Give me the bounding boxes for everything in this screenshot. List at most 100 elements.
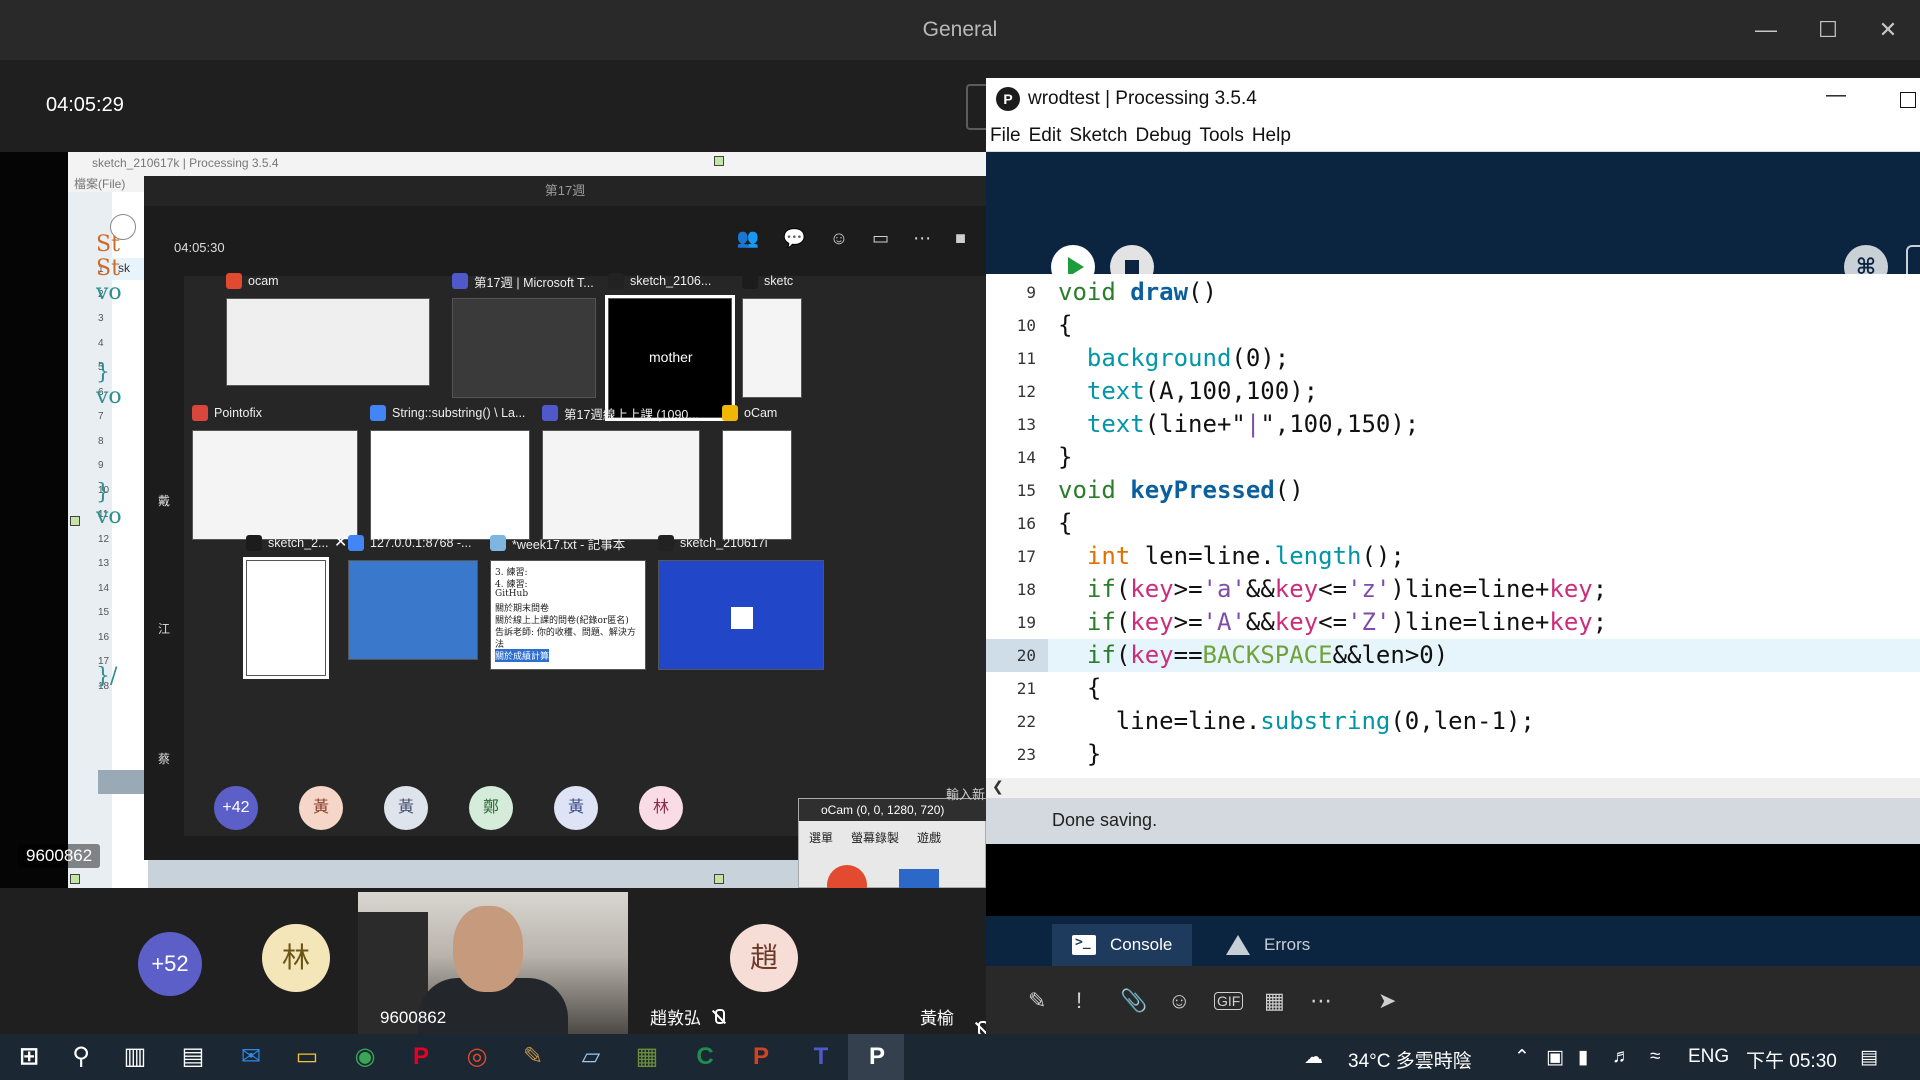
windows-taskbar: ⊞ ⚲ ▥ ▤ ✉ ▭ ◉ P ◎ ✎ ▱ ▦ C P T P ☁ 34°C 多雲時陰 ⌃ ▣ ▮ ♬ ≈ E… xyxy=(0,1034,1920,1080)
people-icon: 👥 xyxy=(736,228,760,248)
participant-avatar[interactable]: 林 xyxy=(262,924,330,992)
powerpoint-icon[interactable]: P xyxy=(746,1042,776,1072)
participant-avatar[interactable]: 黃 xyxy=(384,786,428,830)
attach-icon[interactable]: 📎 xyxy=(1120,988,1147,1014)
capture-handle xyxy=(714,156,724,166)
thumbnail-title: sketc xyxy=(764,274,794,288)
menu-edit[interactable]: Edit xyxy=(1029,125,1062,147)
participant-gallery: +52林趙 9600862 趙敦弘 黃榆萱 xyxy=(0,888,989,1053)
console-output xyxy=(986,844,1920,916)
menu-help[interactable]: Help xyxy=(1252,125,1291,147)
wifi-icon[interactable]: ≈ xyxy=(1650,1046,1660,1068)
chrome-icon[interactable]: ◉ xyxy=(350,1042,380,1072)
thumbnail-preview xyxy=(370,430,530,540)
participant-avatar[interactable]: 黃 xyxy=(554,786,598,830)
thumbnail-close-icon[interactable]: ✕ xyxy=(334,532,347,552)
thumbnail-header: 第17週線上上課 (1090... xyxy=(542,402,699,424)
line-number: 22 xyxy=(1016,712,1036,731)
processing-icon[interactable]: P xyxy=(862,1042,892,1072)
sticker-icon[interactable]: ▦ xyxy=(1264,988,1285,1014)
code-editor[interactable]: 9 void draw() 10{11 background(0); 12 text(… xyxy=(986,274,1920,778)
pointofix-icon[interactable]: ✎ xyxy=(518,1042,548,1072)
thumbnail-preview xyxy=(243,557,329,679)
task-view-icon[interactable]: ▥ xyxy=(120,1042,150,1072)
thumbnail-header: ocam xyxy=(226,270,279,292)
processing-minimize-button[interactable]: — xyxy=(1826,84,1846,107)
menu-file[interactable]: File xyxy=(990,125,1021,147)
line-number: 10 xyxy=(1016,316,1036,335)
app-icon xyxy=(658,535,674,551)
participant-avatar[interactable]: +42 xyxy=(214,786,258,830)
minecraft-icon[interactable]: ▦ xyxy=(632,1042,662,1072)
camera-icon: ■ xyxy=(955,228,966,248)
behind-line-number: 14 xyxy=(98,582,110,594)
thumbnail-title: sketch_2106... xyxy=(630,274,712,288)
important-icon[interactable]: ! xyxy=(1076,988,1082,1014)
teams-icon[interactable]: T xyxy=(806,1042,836,1072)
format-icon[interactable]: ✎ xyxy=(1028,988,1046,1014)
menu-debug[interactable]: Debug xyxy=(1135,125,1191,147)
mail-icon[interactable]: ✉ xyxy=(236,1042,266,1072)
emoji-icon[interactable]: ☺ xyxy=(1168,988,1190,1014)
code-text: } xyxy=(1058,740,1102,768)
search-icon[interactable]: ⚲ xyxy=(66,1042,96,1072)
video-tile[interactable]: 9600862 xyxy=(358,892,628,1034)
behind-line-number: 13 xyxy=(98,558,110,569)
tray-chevron-icon[interactable]: ⌃ xyxy=(1514,1046,1530,1069)
participant-avatar[interactable]: 林 xyxy=(639,786,683,830)
ocam-tab: 遊戲 xyxy=(917,831,942,845)
thumbnail-preview xyxy=(658,560,824,670)
code-text: text(A,100,100); xyxy=(1086,377,1319,405)
thumbnail-header: 第17週 | Microsoft T... xyxy=(452,270,594,292)
chat-input-hint: 輸入新 xyxy=(946,787,986,802)
notepad-line: 關於成績計算 xyxy=(495,649,550,662)
errors-tab[interactable]: Errors xyxy=(1206,924,1330,966)
code-text: int len=line.length(); xyxy=(1086,542,1405,570)
store-icon[interactable]: ▤ xyxy=(178,1042,208,1072)
notifications-icon[interactable]: ▤ xyxy=(1860,1046,1878,1069)
gif-icon[interactable]: GIF xyxy=(1214,992,1244,1010)
participant-avatar[interactable]: 鄭 xyxy=(469,786,513,830)
notepad-icon[interactable]: ▱ xyxy=(576,1042,606,1072)
participant-avatar[interactable]: 黃 xyxy=(299,786,343,830)
menu-sketch[interactable]: Sketch xyxy=(1069,125,1127,147)
language-indicator[interactable]: ENG xyxy=(1688,1046,1729,1068)
camtasia-icon[interactable]: C xyxy=(690,1042,720,1072)
participant-avatar[interactable]: 趙 xyxy=(730,924,798,992)
windows-start-icon[interactable]: ⊞ xyxy=(14,1042,44,1072)
maximize-button[interactable]: ☐ xyxy=(1808,12,1848,48)
more-options-icon[interactable]: ⋯ xyxy=(1310,988,1332,1014)
behind-line-number: 15 xyxy=(98,607,110,618)
meet-now-icon[interactable]: ▣ xyxy=(1546,1046,1564,1069)
weather-icon[interactable]: ☁ xyxy=(1304,1046,1323,1069)
send-icon[interactable]: ➤ xyxy=(1378,988,1396,1014)
console-tab[interactable]: Console xyxy=(1052,924,1193,966)
line-number: 18 xyxy=(1016,580,1036,599)
code-text: { xyxy=(1058,674,1102,702)
minimize-button[interactable]: — xyxy=(1746,12,1786,48)
weather-text[interactable]: 34°C 多雲時陰 xyxy=(1348,1046,1472,1073)
explorer-icon[interactable]: ▭ xyxy=(292,1042,322,1072)
side-name-label: 戴 xyxy=(158,494,171,508)
volume-icon[interactable]: ♬ xyxy=(1612,1046,1631,1068)
participant-avatar[interactable]: +52 xyxy=(138,932,202,996)
pinterest-icon[interactable]: P xyxy=(406,1042,436,1072)
ocam-icon[interactable]: ◎ xyxy=(462,1042,492,1072)
app-icon xyxy=(742,273,758,289)
code-line: 17 int len=line.length(); xyxy=(986,540,1920,573)
battery-icon[interactable]: ▮ xyxy=(1578,1046,1588,1069)
processing-maximize-button[interactable] xyxy=(1900,92,1916,108)
behind-line-number: 7 xyxy=(98,411,104,422)
close-button[interactable]: ✕ xyxy=(1868,12,1908,48)
horizontal-scrollbar[interactable]: ❮ xyxy=(986,778,1920,798)
app-icon xyxy=(246,535,262,551)
thumbnail-preview xyxy=(452,298,596,398)
code-line: 15 void keyPressed() xyxy=(986,474,1920,507)
line-number: 9 xyxy=(1026,283,1036,302)
ocam-tab: 選單 xyxy=(809,831,834,845)
menu-tools[interactable]: Tools xyxy=(1199,125,1243,147)
line-number: 20 xyxy=(986,639,1048,672)
thumbnail-title: *week17.txt - 記事本 xyxy=(512,537,626,552)
thumbnail-preview xyxy=(722,430,792,540)
clock[interactable]: 下午 05:30 xyxy=(1746,1046,1837,1073)
